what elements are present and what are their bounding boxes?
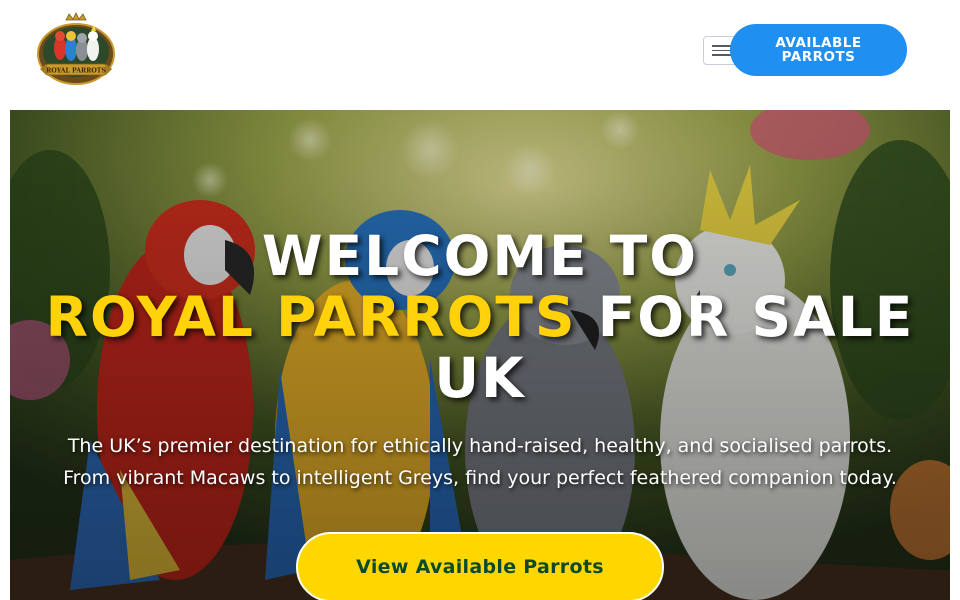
site-header: ROYAL PARROTS AVAILABLE PARROTS <box>0 0 960 110</box>
logo-text: ROYAL PARROTS <box>46 68 106 75</box>
logo-emblem-icon: ROYAL PARROTS <box>37 12 115 85</box>
available-parrots-button[interactable]: AVAILABLE PARROTS <box>730 24 907 76</box>
hero-subtitle-line2: From vibrant Macaws to intelligent Greys… <box>63 467 897 489</box>
hero-title-line3: UK <box>434 346 526 410</box>
royal-parrots-logo[interactable]: ROYAL PARROTS <box>36 12 116 86</box>
hero-title-line2: FOR SALE <box>597 285 915 349</box>
hero-subtitle: The UK’s premier destination for ethical… <box>10 430 950 494</box>
hero-title-accent: ROYAL PARROTS <box>45 285 577 349</box>
hero-title-line1: WELCOME TO <box>261 224 699 288</box>
view-available-parrots-button[interactable]: View Available Parrots <box>296 532 664 600</box>
hero-section: WELCOME TO ROYAL PARROTS FOR SALE UK The… <box>10 110 950 600</box>
hero-subtitle-line1: The UK’s premier destination for ethical… <box>67 435 893 457</box>
hero-title: WELCOME TO ROYAL PARROTS FOR SALE UK <box>10 226 950 409</box>
